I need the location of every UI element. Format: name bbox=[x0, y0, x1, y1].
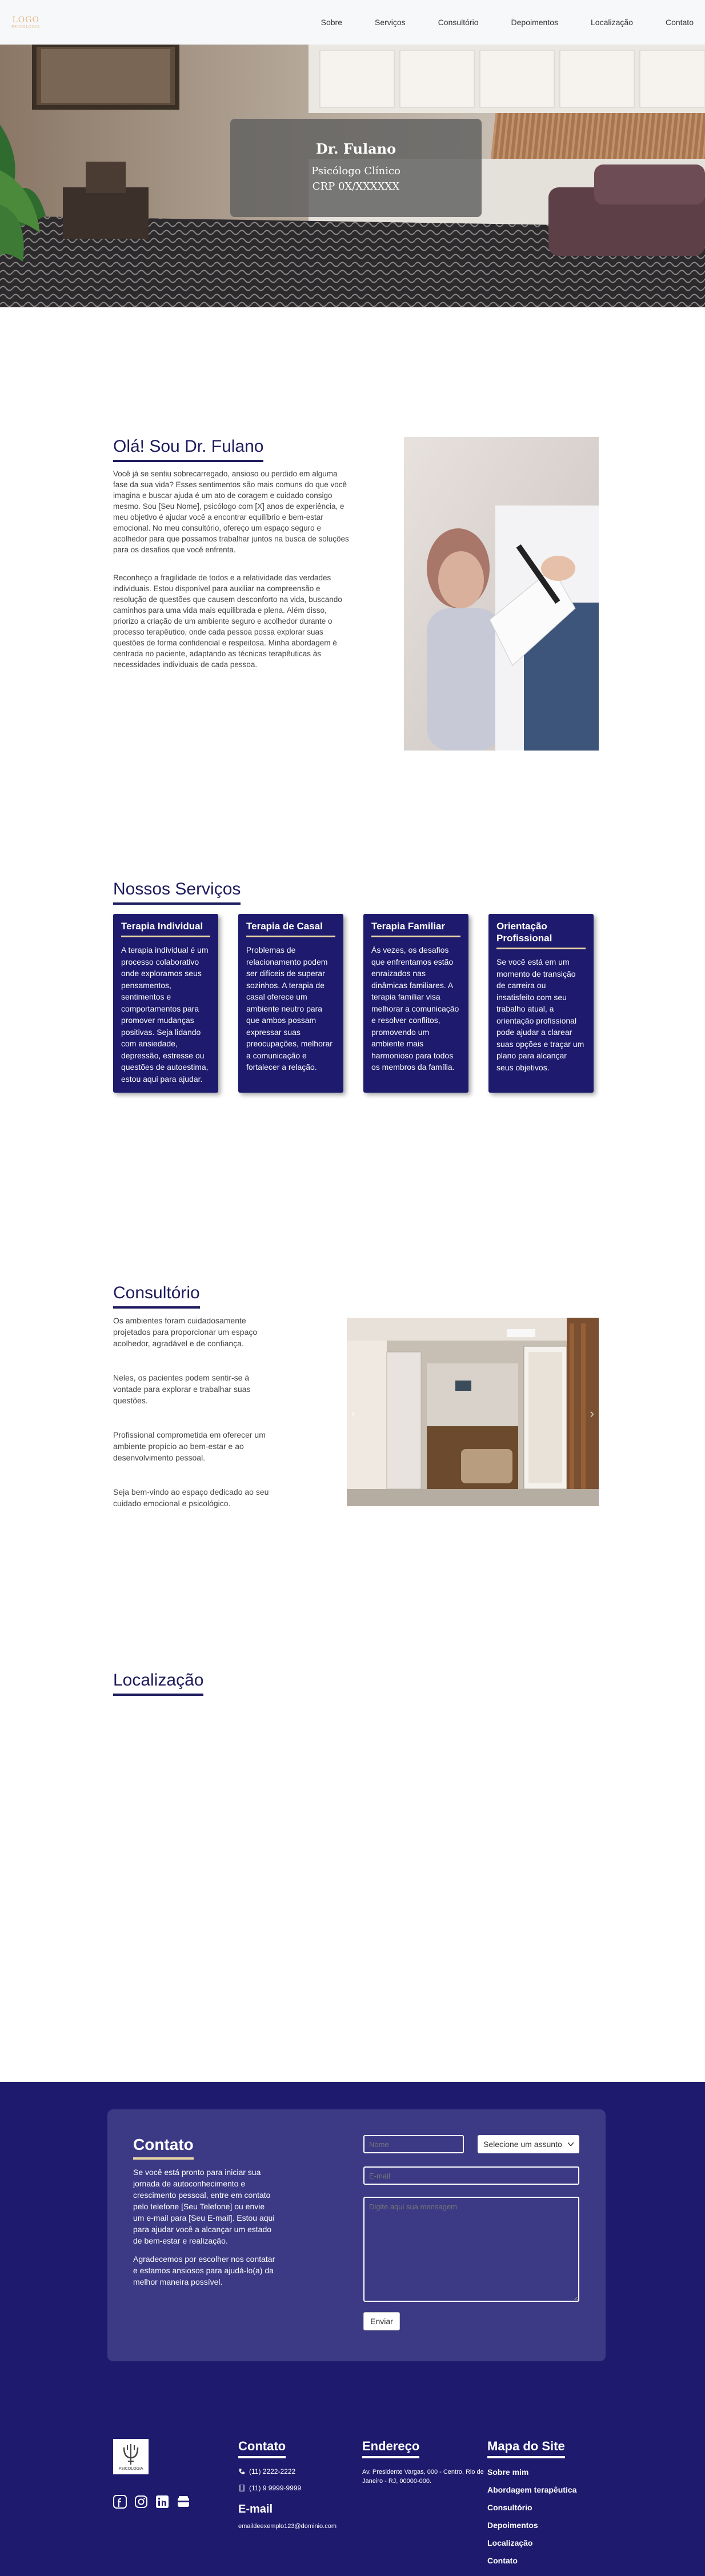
nav-item-localizacao[interactable]: Localização bbox=[558, 18, 633, 27]
hero-crp: CRP 0X/XXXXXX bbox=[312, 180, 400, 192]
logo[interactable]: LOGO PSICOLOGIA bbox=[11, 16, 40, 29]
name-input[interactable] bbox=[363, 2135, 464, 2153]
office-image bbox=[347, 1318, 599, 1506]
service-description: Problemas de relacionamento podem ser di… bbox=[246, 945, 333, 1072]
office-paragraph: Os ambientes foram cuidadosamente projet… bbox=[113, 1316, 258, 1348]
instagram-icon[interactable] bbox=[134, 2495, 148, 2509]
nav-item-depoimentos[interactable]: Depoimentos bbox=[479, 18, 559, 27]
footer-contact-heading: Contato bbox=[238, 2439, 286, 2458]
submit-button[interactable]: Enviar bbox=[363, 2312, 400, 2330]
footer-sitemap-heading: Mapa do Site bbox=[487, 2439, 565, 2458]
service-title: Terapia Familiar bbox=[371, 920, 460, 937]
footer-logo[interactable]: PSICOLOGIA bbox=[113, 2439, 149, 2474]
service-title: Terapia Individual bbox=[121, 920, 210, 937]
nav-menu: Sobre Serviços Consultório Depoimentos L… bbox=[289, 18, 694, 27]
linkedin-icon[interactable] bbox=[155, 2495, 169, 2509]
service-card: Terapia Individual A terapia individual … bbox=[113, 914, 218, 1093]
sitemap-link-depoimentos[interactable]: Depoimentos bbox=[487, 2521, 576, 2530]
location-heading: Localização bbox=[113, 1671, 204, 1696]
therapy-session-image bbox=[404, 437, 599, 751]
service-title: Terapia de Casal bbox=[246, 920, 335, 937]
office-paragraph: Seja bem-vindo ao espaço dedicado ao seu… bbox=[113, 1487, 269, 1508]
hero-info-box: Dr. Fulano Psicólogo Clínico CRP 0X/XXXX… bbox=[230, 119, 482, 217]
footer-contact-column: Contato (11) 2222-2222 (11) 9 9999-9999 … bbox=[238, 2439, 337, 2538]
chevron-down-icon bbox=[568, 2142, 574, 2146]
service-description: Às vezes, os desafios que enfrentamos es… bbox=[371, 945, 459, 1072]
footer-phone-mobile[interactable]: (11) 9 9999-9999 bbox=[238, 2484, 337, 2492]
nav-item-servicos[interactable]: Serviços bbox=[342, 18, 406, 27]
service-description: Se você está em um momento de transição … bbox=[496, 957, 584, 1072]
footer-email-heading: E-mail bbox=[238, 2503, 273, 2515]
nav-item-contato[interactable]: Contato bbox=[633, 18, 694, 27]
service-description: A terapia individual é um processo colab… bbox=[121, 945, 209, 1084]
footer-sitemap-column: Mapa do Site Sobre mim Abordagem terapêu… bbox=[487, 2439, 576, 2574]
service-card: Terapia de Casal Problemas de relacionam… bbox=[238, 914, 343, 1093]
footer-address-heading: Endereço bbox=[362, 2439, 420, 2458]
footer-address-column: Endereço Av. Presidente Vargas, 000 - Ce… bbox=[362, 2439, 488, 2486]
office-text: Os ambientes foram cuidadosamente projet… bbox=[113, 1315, 276, 1532]
office-heading: Consultório bbox=[113, 1283, 200, 1309]
contact-paragraph: Agradecemos por escolher nos contatar e … bbox=[133, 2254, 275, 2286]
footer-address-text: Av. Presidente Vargas, 000 - Centro, Rio… bbox=[362, 2469, 484, 2485]
about-text: Você já se sentiu sobrecarregado, ansios… bbox=[113, 468, 353, 687]
service-title: Orientação Profissional bbox=[496, 920, 586, 949]
services-heading: Nossos Serviços bbox=[113, 880, 241, 905]
office-paragraph: Neles, os pacientes podem sentir-se à vo… bbox=[113, 1373, 251, 1405]
about-heading: Olá! Sou Dr. Fulano bbox=[113, 437, 264, 462]
email-input[interactable] bbox=[363, 2166, 579, 2185]
hero-banner: Dr. Fulano Psicólogo Clínico CRP 0X/XXXX… bbox=[0, 45, 705, 307]
sitemap-link-consultorio[interactable]: Consultório bbox=[487, 2503, 576, 2512]
phone-icon bbox=[239, 2469, 245, 2474]
sitemap-link-contato[interactable]: Contato bbox=[487, 2556, 576, 2565]
service-card: Orientação Profissional Se você está em … bbox=[488, 914, 594, 1093]
contact-card: Contato Se você está pronto para iniciar… bbox=[107, 2109, 606, 2361]
message-textarea[interactable] bbox=[363, 2197, 579, 2302]
footer-logo-caption: PSICOLOGIA bbox=[118, 2466, 143, 2471]
logo-subtext: PSICOLOGIA bbox=[11, 25, 41, 29]
footer-phone-text: (11) 9 9999-9999 bbox=[249, 2484, 302, 2492]
footer-phone-landline[interactable]: (11) 2222-2222 bbox=[238, 2467, 337, 2475]
contact-paragraph: Se você está pronto para iniciar sua jor… bbox=[133, 2168, 275, 2245]
top-navbar: LOGO PSICOLOGIA Sobre Serviços Consultór… bbox=[0, 0, 705, 45]
sitemap-link-abordagem[interactable]: Abordagem terapêutica bbox=[487, 2485, 576, 2494]
footer-email[interactable]: emaildeexemplo123@dominio.com bbox=[238, 2523, 337, 2530]
subject-select[interactable]: Selecione um assunto bbox=[478, 2135, 579, 2153]
nav-item-consultorio[interactable]: Consultório bbox=[406, 18, 479, 27]
page: LOGO PSICOLOGIA Sobre Serviços Consultór… bbox=[0, 0, 705, 2576]
sitemap-link-localizacao[interactable]: Localização bbox=[487, 2538, 576, 2547]
about-paragraph: Reconheço a fragilidade de todos e a rel… bbox=[113, 573, 342, 669]
mobile-phone-icon bbox=[239, 2485, 245, 2491]
facebook-icon[interactable] bbox=[113, 2495, 127, 2509]
psychology-logo-icon bbox=[123, 2443, 139, 2465]
contact-text: Se você está pronto para iniciar sua jor… bbox=[133, 2166, 276, 2294]
office-paragraph: Profissional comprometida em oferecer um… bbox=[113, 1430, 266, 1462]
service-card: Terapia Familiar Às vezes, os desafios q… bbox=[363, 914, 468, 1093]
carousel-prev-arrow[interactable]: ‹ bbox=[351, 1406, 355, 1421]
about-photo bbox=[404, 437, 599, 751]
logo-text: LOGO bbox=[12, 15, 39, 25]
carousel-next-arrow[interactable]: › bbox=[590, 1406, 594, 1421]
hero-title: Psicólogo Clínico bbox=[311, 165, 400, 177]
sitemap-link-sobre[interactable]: Sobre mim bbox=[487, 2467, 576, 2477]
footer-phone-text: (11) 2222-2222 bbox=[249, 2467, 296, 2475]
social-links bbox=[113, 2495, 190, 2509]
office-carousel: ‹ › bbox=[347, 1318, 599, 1506]
about-paragraph: Você já se sentiu sobrecarregado, ansios… bbox=[113, 470, 349, 554]
nav-item-sobre[interactable]: Sobre bbox=[289, 18, 342, 27]
subject-select-value: Selecione um assunto bbox=[483, 2140, 562, 2149]
hero-name: Dr. Fulano bbox=[315, 141, 396, 157]
wallet-icon[interactable] bbox=[177, 2495, 190, 2509]
contact-heading: Contato bbox=[133, 2136, 194, 2160]
services-list: Terapia Individual A terapia individual … bbox=[113, 914, 594, 1093]
